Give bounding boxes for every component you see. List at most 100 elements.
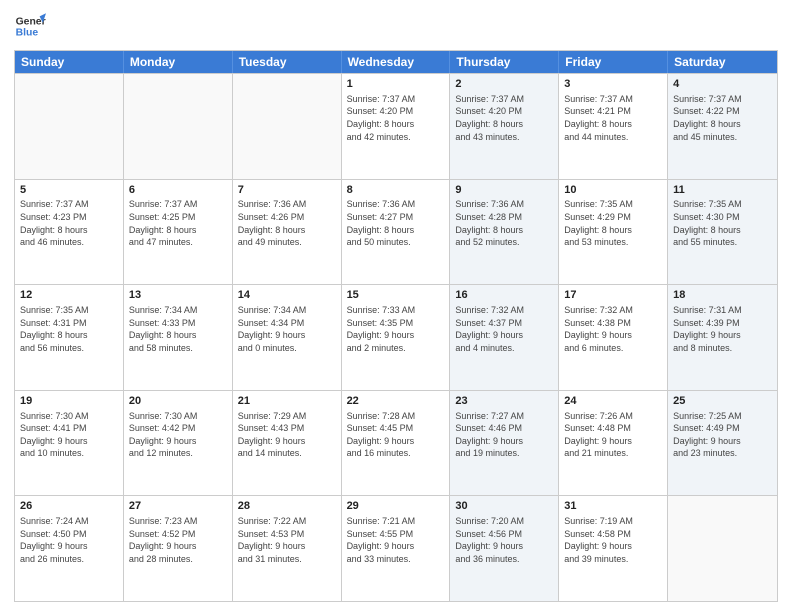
day-info: Sunrise: 7:24 AM Sunset: 4:50 PM Dayligh… (20, 515, 118, 565)
day-info: Sunrise: 7:25 AM Sunset: 4:49 PM Dayligh… (673, 410, 772, 460)
day-number: 4 (673, 77, 772, 92)
day-info: Sunrise: 7:37 AM Sunset: 4:25 PM Dayligh… (129, 198, 227, 248)
calendar-cell: 25Sunrise: 7:25 AM Sunset: 4:49 PM Dayli… (668, 391, 777, 496)
day-info: Sunrise: 7:22 AM Sunset: 4:53 PM Dayligh… (238, 515, 336, 565)
calendar-cell: 20Sunrise: 7:30 AM Sunset: 4:42 PM Dayli… (124, 391, 233, 496)
calendar-cell: 16Sunrise: 7:32 AM Sunset: 4:37 PM Dayli… (450, 285, 559, 390)
day-info: Sunrise: 7:30 AM Sunset: 4:41 PM Dayligh… (20, 410, 118, 460)
day-info: Sunrise: 7:37 AM Sunset: 4:20 PM Dayligh… (347, 93, 445, 143)
calendar-cell: 6Sunrise: 7:37 AM Sunset: 4:25 PM Daylig… (124, 180, 233, 285)
day-info: Sunrise: 7:21 AM Sunset: 4:55 PM Dayligh… (347, 515, 445, 565)
header-cell-friday: Friday (559, 51, 668, 73)
calendar-cell: 11Sunrise: 7:35 AM Sunset: 4:30 PM Dayli… (668, 180, 777, 285)
header-cell-saturday: Saturday (668, 51, 777, 73)
day-number: 3 (564, 77, 662, 92)
calendar-cell (668, 496, 777, 601)
header-cell-thursday: Thursday (450, 51, 559, 73)
day-info: Sunrise: 7:20 AM Sunset: 4:56 PM Dayligh… (455, 515, 553, 565)
day-info: Sunrise: 7:35 AM Sunset: 4:29 PM Dayligh… (564, 198, 662, 248)
calendar-cell: 7Sunrise: 7:36 AM Sunset: 4:26 PM Daylig… (233, 180, 342, 285)
calendar-row-0: 1Sunrise: 7:37 AM Sunset: 4:20 PM Daylig… (15, 73, 777, 179)
calendar-row-1: 5Sunrise: 7:37 AM Sunset: 4:23 PM Daylig… (15, 179, 777, 285)
day-info: Sunrise: 7:35 AM Sunset: 4:31 PM Dayligh… (20, 304, 118, 354)
day-info: Sunrise: 7:36 AM Sunset: 4:27 PM Dayligh… (347, 198, 445, 248)
day-info: Sunrise: 7:29 AM Sunset: 4:43 PM Dayligh… (238, 410, 336, 460)
day-number: 8 (347, 183, 445, 198)
day-number: 14 (238, 288, 336, 303)
calendar-cell: 8Sunrise: 7:36 AM Sunset: 4:27 PM Daylig… (342, 180, 451, 285)
day-number: 9 (455, 183, 553, 198)
calendar-row-2: 12Sunrise: 7:35 AM Sunset: 4:31 PM Dayli… (15, 284, 777, 390)
calendar-cell: 19Sunrise: 7:30 AM Sunset: 4:41 PM Dayli… (15, 391, 124, 496)
calendar-cell: 12Sunrise: 7:35 AM Sunset: 4:31 PM Dayli… (15, 285, 124, 390)
logo: General Blue (14, 10, 46, 42)
calendar-header-row: SundayMondayTuesdayWednesdayThursdayFrid… (15, 51, 777, 73)
day-number: 18 (673, 288, 772, 303)
day-number: 22 (347, 394, 445, 409)
day-number: 15 (347, 288, 445, 303)
day-number: 24 (564, 394, 662, 409)
day-number: 11 (673, 183, 772, 198)
calendar-cell: 27Sunrise: 7:23 AM Sunset: 4:52 PM Dayli… (124, 496, 233, 601)
calendar-cell: 29Sunrise: 7:21 AM Sunset: 4:55 PM Dayli… (342, 496, 451, 601)
calendar-cell: 10Sunrise: 7:35 AM Sunset: 4:29 PM Dayli… (559, 180, 668, 285)
day-info: Sunrise: 7:32 AM Sunset: 4:37 PM Dayligh… (455, 304, 553, 354)
day-number: 7 (238, 183, 336, 198)
day-info: Sunrise: 7:37 AM Sunset: 4:20 PM Dayligh… (455, 93, 553, 143)
calendar-cell: 24Sunrise: 7:26 AM Sunset: 4:48 PM Dayli… (559, 391, 668, 496)
calendar-cell: 28Sunrise: 7:22 AM Sunset: 4:53 PM Dayli… (233, 496, 342, 601)
day-info: Sunrise: 7:37 AM Sunset: 4:21 PM Dayligh… (564, 93, 662, 143)
calendar-cell: 5Sunrise: 7:37 AM Sunset: 4:23 PM Daylig… (15, 180, 124, 285)
calendar-cell: 23Sunrise: 7:27 AM Sunset: 4:46 PM Dayli… (450, 391, 559, 496)
day-number: 2 (455, 77, 553, 92)
day-number: 13 (129, 288, 227, 303)
day-number: 20 (129, 394, 227, 409)
calendar-cell: 3Sunrise: 7:37 AM Sunset: 4:21 PM Daylig… (559, 74, 668, 179)
day-info: Sunrise: 7:32 AM Sunset: 4:38 PM Dayligh… (564, 304, 662, 354)
day-number: 31 (564, 499, 662, 514)
day-number: 5 (20, 183, 118, 198)
day-info: Sunrise: 7:34 AM Sunset: 4:33 PM Dayligh… (129, 304, 227, 354)
day-info: Sunrise: 7:23 AM Sunset: 4:52 PM Dayligh… (129, 515, 227, 565)
day-number: 17 (564, 288, 662, 303)
calendar-cell: 13Sunrise: 7:34 AM Sunset: 4:33 PM Dayli… (124, 285, 233, 390)
header-cell-monday: Monday (124, 51, 233, 73)
day-number: 25 (673, 394, 772, 409)
calendar-cell: 18Sunrise: 7:31 AM Sunset: 4:39 PM Dayli… (668, 285, 777, 390)
calendar-cell: 2Sunrise: 7:37 AM Sunset: 4:20 PM Daylig… (450, 74, 559, 179)
calendar-cell: 4Sunrise: 7:37 AM Sunset: 4:22 PM Daylig… (668, 74, 777, 179)
calendar-cell (15, 74, 124, 179)
day-info: Sunrise: 7:36 AM Sunset: 4:26 PM Dayligh… (238, 198, 336, 248)
day-number: 29 (347, 499, 445, 514)
day-info: Sunrise: 7:37 AM Sunset: 4:23 PM Dayligh… (20, 198, 118, 248)
day-info: Sunrise: 7:36 AM Sunset: 4:28 PM Dayligh… (455, 198, 553, 248)
calendar-cell: 31Sunrise: 7:19 AM Sunset: 4:58 PM Dayli… (559, 496, 668, 601)
calendar-cell: 22Sunrise: 7:28 AM Sunset: 4:45 PM Dayli… (342, 391, 451, 496)
day-number: 23 (455, 394, 553, 409)
calendar-body: 1Sunrise: 7:37 AM Sunset: 4:20 PM Daylig… (15, 73, 777, 601)
day-info: Sunrise: 7:34 AM Sunset: 4:34 PM Dayligh… (238, 304, 336, 354)
calendar-cell: 30Sunrise: 7:20 AM Sunset: 4:56 PM Dayli… (450, 496, 559, 601)
day-number: 1 (347, 77, 445, 92)
day-number: 6 (129, 183, 227, 198)
day-number: 19 (20, 394, 118, 409)
header-cell-sunday: Sunday (15, 51, 124, 73)
day-info: Sunrise: 7:37 AM Sunset: 4:22 PM Dayligh… (673, 93, 772, 143)
header-cell-tuesday: Tuesday (233, 51, 342, 73)
calendar-cell: 15Sunrise: 7:33 AM Sunset: 4:35 PM Dayli… (342, 285, 451, 390)
day-info: Sunrise: 7:33 AM Sunset: 4:35 PM Dayligh… (347, 304, 445, 354)
day-number: 27 (129, 499, 227, 514)
day-number: 10 (564, 183, 662, 198)
page-header: General Blue (14, 10, 778, 42)
header-cell-wednesday: Wednesday (342, 51, 451, 73)
day-number: 28 (238, 499, 336, 514)
calendar-cell: 14Sunrise: 7:34 AM Sunset: 4:34 PM Dayli… (233, 285, 342, 390)
svg-text:Blue: Blue (16, 28, 39, 39)
day-number: 12 (20, 288, 118, 303)
calendar-row-4: 26Sunrise: 7:24 AM Sunset: 4:50 PM Dayli… (15, 495, 777, 601)
calendar-cell (233, 74, 342, 179)
day-info: Sunrise: 7:28 AM Sunset: 4:45 PM Dayligh… (347, 410, 445, 460)
calendar-cell: 26Sunrise: 7:24 AM Sunset: 4:50 PM Dayli… (15, 496, 124, 601)
calendar-cell: 21Sunrise: 7:29 AM Sunset: 4:43 PM Dayli… (233, 391, 342, 496)
calendar-cell (124, 74, 233, 179)
